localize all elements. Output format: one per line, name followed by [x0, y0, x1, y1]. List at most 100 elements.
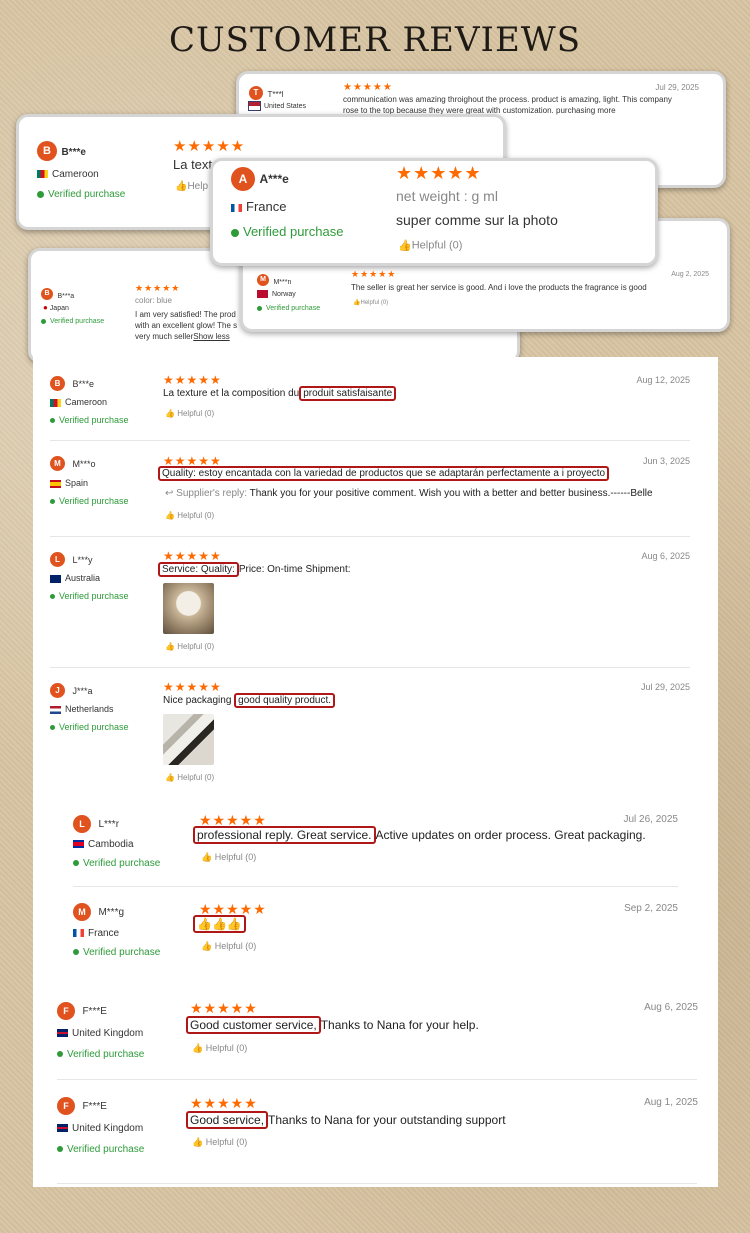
review-text: 👍👍👍: [193, 915, 246, 933]
review-text: La texture et la composition du produit s…: [163, 386, 397, 401]
uk-flag-icon: [57, 1029, 68, 1038]
review-date: Jul 26, 2025: [623, 814, 679, 825]
review-text: professional reply. Great service. Active…: [193, 826, 646, 844]
review-item: F F***E: [57, 1002, 107, 1020]
check-icon: [73, 949, 79, 956]
review-text: Service: Quality: Price: On-time Shipment…: [158, 562, 351, 577]
review-card-a: A A***e France Verified purchase ★★★★★ n…: [210, 158, 658, 266]
review-text-line2: with an excellent glow! The s: [135, 321, 238, 330]
avatar: J: [50, 683, 65, 699]
helpful-button[interactable]: 👍 Helpful (0): [165, 773, 214, 782]
cambodia-flag-icon: [73, 840, 84, 849]
review-list: B B***e Cameroon Verified purchase ★★★★★…: [33, 357, 718, 1187]
verified-badge: Verified purchase: [50, 591, 129, 601]
thumbs-up-icon: 👍: [175, 181, 188, 192]
verified-badge: Verified purchase: [73, 947, 160, 958]
thumbs-up-icon: 👍: [398, 240, 412, 252]
check-icon: [37, 190, 44, 198]
review-item: M M***g: [73, 903, 124, 921]
avatar: M: [50, 456, 65, 472]
reviewer-name: J***a: [72, 685, 93, 696]
reviewer-country: France: [73, 928, 119, 939]
review-date: Aug 6, 2025: [644, 1002, 698, 1013]
avatar: B: [41, 287, 53, 300]
review-item: F F***E: [57, 1097, 107, 1115]
star-rating: ★★★★★: [163, 680, 222, 694]
check-icon: [41, 318, 46, 324]
reviewer-country: United Kingdom: [57, 1028, 143, 1039]
thumbs-up-icon: 👍: [165, 511, 175, 521]
check-icon: [50, 594, 55, 600]
review-date: Aug 12, 2025: [636, 375, 690, 385]
review-text: Quality: estoy encantada con la variedad…: [158, 466, 610, 481]
check-icon: [57, 1051, 63, 1058]
verified-badge: Verified purchase: [57, 1049, 144, 1060]
review-item: B B***e: [50, 375, 94, 393]
avatar: L: [50, 552, 65, 568]
verified-badge: Verified purchase: [50, 496, 129, 506]
helpful-button[interactable]: 👍 Helpful (0): [192, 1137, 247, 1148]
japan-flag-icon: ●: [43, 303, 48, 312]
reviewer-name: M***n: [273, 279, 292, 286]
review-date: Aug 6, 2025: [641, 551, 690, 561]
avatar: M: [73, 903, 91, 921]
review-date: Jun 3, 2025: [642, 456, 690, 466]
star-rating: ★★★★★: [135, 283, 181, 293]
thumbs-up-icon: 👍: [201, 941, 213, 952]
helpful-button[interactable]: 👍 Helpful (0): [192, 1043, 247, 1054]
reviewer-name: T***l: [267, 90, 284, 99]
thumbs-up-icon: 👍: [192, 1137, 204, 1148]
thumbs-up-icon: 👍: [165, 642, 175, 652]
helpful-button[interactable]: 👍 Helpful (0): [165, 409, 214, 418]
us-flag-icon: [248, 101, 261, 111]
verified-badge: Verified purchase: [50, 722, 129, 732]
divider: [50, 536, 690, 537]
verified-badge: Verified purchase: [73, 858, 160, 869]
highlighted-phrase: Quality: estoy encantada con la variedad…: [158, 466, 610, 481]
review-date: Aug 1, 2025: [644, 1097, 698, 1108]
review-item: L L***r: [73, 815, 119, 833]
thumbs-up-icon: 👍: [165, 409, 175, 419]
helpful-button[interactable]: 👍Helpful (0): [353, 299, 388, 306]
verified-badge: Verified purchase: [257, 305, 320, 312]
star-rating: ★★★★★: [163, 549, 222, 563]
reviewer-country: France: [231, 199, 286, 214]
highlighted-phrase: produit satisfaisante: [299, 386, 397, 401]
review-text: Good service, Thanks to Nana for your out…: [186, 1111, 506, 1129]
helpful-button[interactable]: 👍Help: [175, 181, 208, 192]
check-icon: [57, 1146, 63, 1153]
verified-badge: Verified purchase: [231, 224, 343, 239]
helpful-button[interactable]: 👍 Helpful (0): [201, 852, 256, 863]
review-photo[interactable]: [163, 583, 214, 634]
helpful-button[interactable]: 👍Helpful (0): [398, 239, 462, 252]
helpful-button[interactable]: 👍 Helpful (0): [165, 642, 214, 651]
reviewer-name: M***o: [72, 458, 96, 469]
reviewer-country: Spain: [50, 478, 88, 488]
helpful-button[interactable]: 👍 Helpful (0): [165, 511, 214, 520]
cameroon-flag-icon: [37, 170, 48, 179]
avatar: F: [57, 1097, 75, 1115]
star-rating: ★★★★★: [190, 1000, 258, 1016]
reviewer-name: A***e: [259, 172, 289, 187]
thumbs-up-icon: 👍: [165, 773, 175, 783]
netherlands-flag-icon: [50, 705, 61, 714]
thumbs-up-icon: 👍: [192, 1043, 204, 1054]
reviewer-country: United States: [248, 101, 306, 111]
reviewer-country: United Kingdom: [57, 1123, 143, 1134]
divider: [73, 886, 678, 887]
helpful-button[interactable]: 👍 Helpful (0): [201, 941, 256, 952]
uk-flag-icon: [57, 1124, 68, 1133]
review-item: M M***o: [50, 455, 95, 473]
show-less-link[interactable]: Show less: [193, 332, 229, 341]
review-photo[interactable]: [163, 714, 214, 765]
check-icon: [50, 499, 55, 505]
star-rating: ★★★★★: [190, 1095, 258, 1111]
review-text-line1: I am very satisfied! The prod: [135, 310, 236, 319]
review-date: Jul 29, 2025: [640, 682, 690, 692]
review-item: L L***y: [50, 551, 92, 569]
page-title: CUSTOMER REVIEWS: [168, 20, 581, 60]
reviewer-country: Australia: [50, 573, 100, 583]
net-weight-line: net weight : g ml: [396, 188, 498, 204]
reviewer-name: L***r: [98, 818, 120, 830]
australia-flag-icon: [50, 574, 61, 583]
